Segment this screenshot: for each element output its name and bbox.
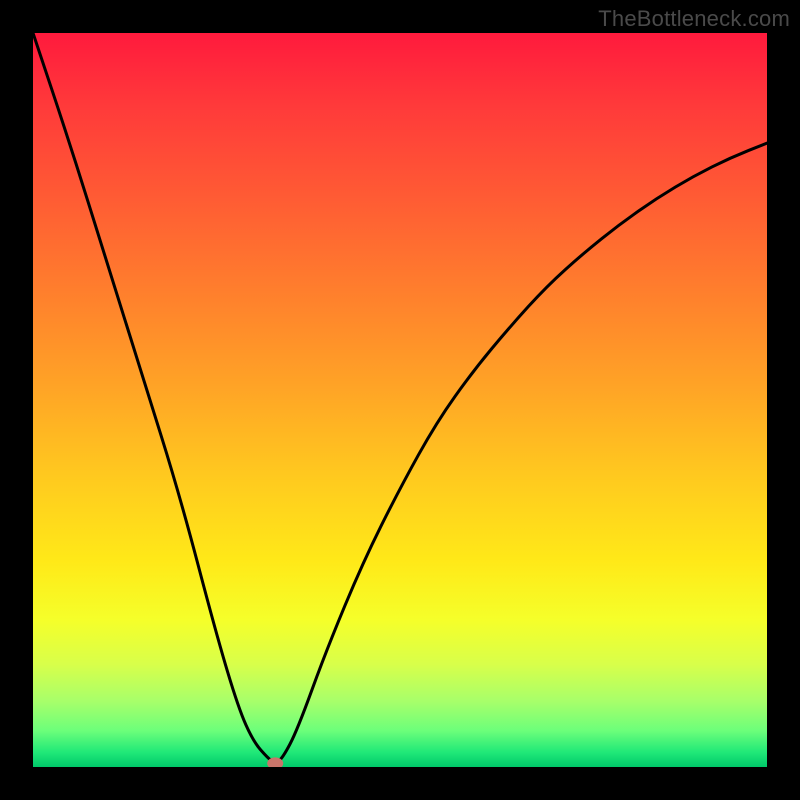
watermark-text: TheBottleneck.com — [598, 6, 790, 32]
curve-svg — [33, 33, 767, 767]
bottleneck-curve — [33, 33, 767, 762]
plot-area — [33, 33, 767, 767]
chart-frame: TheBottleneck.com — [0, 0, 800, 800]
